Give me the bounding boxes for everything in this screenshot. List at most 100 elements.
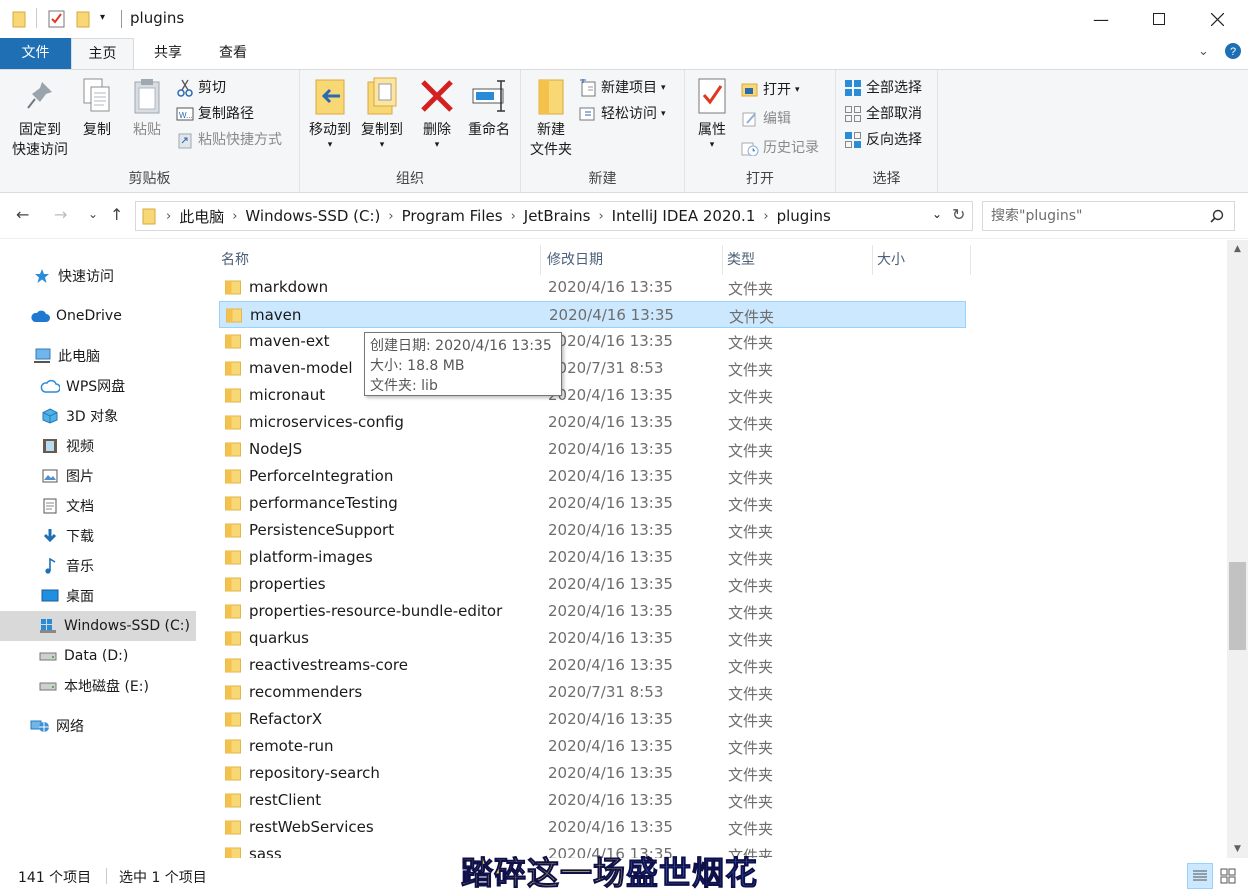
- breadcrumb-separator-icon[interactable]: ›: [166, 209, 171, 224]
- breadcrumb-program-files[interactable]: Program Files: [402, 207, 503, 225]
- file-row[interactable]: PerforceIntegration 2020/4/16 13:35 文件夹: [219, 463, 966, 490]
- file-row[interactable]: properties 2020/4/16 13:35 文件夹: [219, 571, 966, 598]
- address-bar[interactable]: › 此电脑 › Windows-SSD (C:) › Program Files…: [135, 201, 973, 231]
- properties-button[interactable]: 属性 ▾: [691, 76, 733, 150]
- easy-access-button[interactable]: 轻松访问 ▾: [579, 102, 666, 126]
- file-row[interactable]: restWebServices 2020/4/16 13:35 文件夹: [219, 814, 966, 841]
- file-type: 文件夹: [728, 577, 774, 595]
- file-row[interactable]: reactivestreams-core 2020/4/16 13:35 文件夹: [219, 652, 966, 679]
- file-row[interactable]: markdown 2020/4/16 13:35 文件夹: [219, 274, 966, 301]
- edit-button[interactable]: 编辑: [741, 107, 791, 131]
- history-button[interactable]: 历史记录: [741, 136, 819, 160]
- refresh-icon[interactable]: ↻: [952, 205, 965, 224]
- vertical-scrollbar[interactable]: ▲ ▼: [1227, 240, 1248, 858]
- file-row[interactable]: maven-ext 2020/4/16 13:35 文件夹: [219, 328, 966, 355]
- open-button[interactable]: 打开 ▾: [741, 78, 800, 102]
- sidebar-item-videos[interactable]: 视频: [0, 431, 196, 461]
- file-row[interactable]: NodeJS 2020/4/16 13:35 文件夹: [219, 436, 966, 463]
- paste-shortcut-button[interactable]: 粘贴快捷方式: [176, 128, 282, 152]
- sidebar-item-downloads[interactable]: 下载: [0, 521, 196, 551]
- breadcrumb-plugins[interactable]: plugins: [777, 207, 831, 225]
- sidebar-item-desktop[interactable]: 桌面: [0, 581, 196, 611]
- paste-button[interactable]: 粘贴: [124, 76, 170, 140]
- file-row[interactable]: quarkus 2020/4/16 13:35 文件夹: [219, 625, 966, 652]
- scroll-down-icon[interactable]: ▼: [1227, 844, 1248, 854]
- invert-selection-button[interactable]: 反向选择: [844, 128, 922, 152]
- breadcrumb-this-pc[interactable]: 此电脑: [179, 206, 224, 227]
- sidebar-item-3d-objects[interactable]: 3D 对象: [0, 401, 196, 431]
- up-arrow-icon[interactable]: ↑: [110, 205, 123, 224]
- file-row[interactable]: platform-images 2020/4/16 13:35 文件夹: [219, 544, 966, 571]
- new-folder-icon[interactable]: [76, 10, 90, 32]
- sidebar-item-music[interactable]: 音乐: [0, 551, 196, 581]
- scroll-up-icon[interactable]: ▲: [1227, 244, 1248, 254]
- tab-file[interactable]: 文件: [0, 38, 71, 69]
- sidebar-item-pictures[interactable]: 图片: [0, 461, 196, 491]
- tab-share[interactable]: 共享: [140, 38, 196, 69]
- customize-quick-access-icon[interactable]: ▾: [100, 12, 105, 23]
- minimize-button[interactable]: —: [1072, 0, 1130, 38]
- sidebar-item-d-drive[interactable]: Data (D:): [0, 641, 196, 671]
- sidebar-item-onedrive[interactable]: OneDrive: [0, 301, 196, 331]
- file-type: 文件夹: [728, 550, 774, 568]
- tab-view[interactable]: 查看: [204, 38, 262, 69]
- new-folder-button[interactable]: 新建 文件夹: [523, 76, 579, 160]
- back-arrow-icon[interactable]: ←: [16, 205, 29, 224]
- copy-button[interactable]: 复制: [74, 76, 120, 140]
- column-header-date[interactable]: 修改日期: [543, 245, 723, 275]
- close-button[interactable]: [1188, 0, 1246, 38]
- file-row[interactable]: performanceTesting 2020/4/16 13:35 文件夹: [219, 490, 966, 517]
- breadcrumb-separator-icon[interactable]: ›: [388, 209, 393, 224]
- sidebar-item-c-drive[interactable]: Windows-SSD (C:): [0, 611, 196, 641]
- search-input[interactable]: 搜索"plugins": [982, 201, 1235, 231]
- breadcrumb-separator-icon[interactable]: ›: [763, 209, 768, 224]
- large-icons-view-button[interactable]: [1215, 863, 1241, 889]
- file-row[interactable]: restClient 2020/4/16 13:35 文件夹: [219, 787, 966, 814]
- scrollbar-thumb[interactable]: [1229, 562, 1246, 650]
- collapse-ribbon-icon[interactable]: ⌄: [1198, 44, 1209, 59]
- breadcrumb-separator-icon[interactable]: ›: [511, 209, 516, 224]
- column-header-type[interactable]: 类型: [723, 245, 873, 275]
- file-row[interactable]: repository-search 2020/4/16 13:35 文件夹: [219, 760, 966, 787]
- breadcrumb-separator-icon[interactable]: ›: [232, 209, 237, 224]
- sidebar-item-documents[interactable]: 文档: [0, 491, 196, 521]
- file-row[interactable]: RefactorX 2020/4/16 13:35 文件夹: [219, 706, 966, 733]
- new-item-button[interactable]: 新建项目 ▾: [579, 76, 666, 100]
- breadcrumb-jetbrains[interactable]: JetBrains: [524, 207, 591, 225]
- breadcrumb-intellij[interactable]: IntelliJ IDEA 2020.1: [612, 207, 756, 225]
- select-none-button[interactable]: 全部取消: [844, 102, 922, 126]
- column-header-size[interactable]: 大小: [873, 245, 971, 275]
- help-icon[interactable]: ?: [1224, 42, 1242, 64]
- file-row[interactable]: recommenders 2020/7/31 8:53 文件夹: [219, 679, 966, 706]
- copy-to-button[interactable]: 复制到 ▾: [356, 76, 408, 150]
- file-row[interactable]: properties-resource-bundle-editor 2020/4/…: [219, 598, 966, 625]
- pin-quick-access-button[interactable]: 固定到 快速访问: [6, 76, 74, 160]
- column-header-name[interactable]: 名称: [217, 245, 541, 275]
- copy-path-button[interactable]: W... 复制路径: [176, 102, 254, 126]
- details-view-button[interactable]: [1187, 863, 1213, 889]
- move-to-button[interactable]: 移动到 ▾: [304, 76, 356, 150]
- file-row[interactable]: maven 2020/4/16 13:35 文件夹: [219, 301, 966, 328]
- sidebar-item-network[interactable]: 网络: [0, 711, 196, 741]
- tab-home[interactable]: 主页: [71, 38, 134, 70]
- maximize-button[interactable]: [1130, 0, 1188, 38]
- file-row[interactable]: remote-run 2020/4/16 13:35 文件夹: [219, 733, 966, 760]
- forward-arrow-icon[interactable]: →: [54, 205, 67, 224]
- properties-icon[interactable]: [48, 10, 66, 32]
- sidebar-item-e-drive[interactable]: 本地磁盘 (E:): [0, 671, 196, 701]
- file-row[interactable]: micronaut 2020/4/16 13:35 文件夹: [219, 382, 966, 409]
- file-row[interactable]: maven-model 2020/7/31 8:53 文件夹: [219, 355, 966, 382]
- sidebar-item-quick-access[interactable]: 快速访问: [0, 261, 196, 291]
- file-row[interactable]: microservices-config 2020/4/16 13:35 文件夹: [219, 409, 966, 436]
- recent-locations-icon[interactable]: ⌄: [88, 207, 98, 221]
- breadcrumb-separator-icon[interactable]: ›: [598, 209, 603, 224]
- cut-button[interactable]: 剪切: [176, 76, 226, 100]
- sidebar-item-this-pc[interactable]: 此电脑: [0, 341, 196, 371]
- address-dropdown-icon[interactable]: ⌄: [932, 207, 942, 221]
- delete-button[interactable]: 删除 ▾: [414, 76, 460, 150]
- rename-button[interactable]: 重命名: [462, 76, 516, 140]
- sidebar-item-wps-cloud[interactable]: WPS网盘: [0, 371, 196, 401]
- breadcrumb-c-drive[interactable]: Windows-SSD (C:): [245, 207, 380, 225]
- file-row[interactable]: PersistenceSupport 2020/4/16 13:35 文件夹: [219, 517, 966, 544]
- select-all-button[interactable]: 全部选择: [844, 76, 922, 100]
